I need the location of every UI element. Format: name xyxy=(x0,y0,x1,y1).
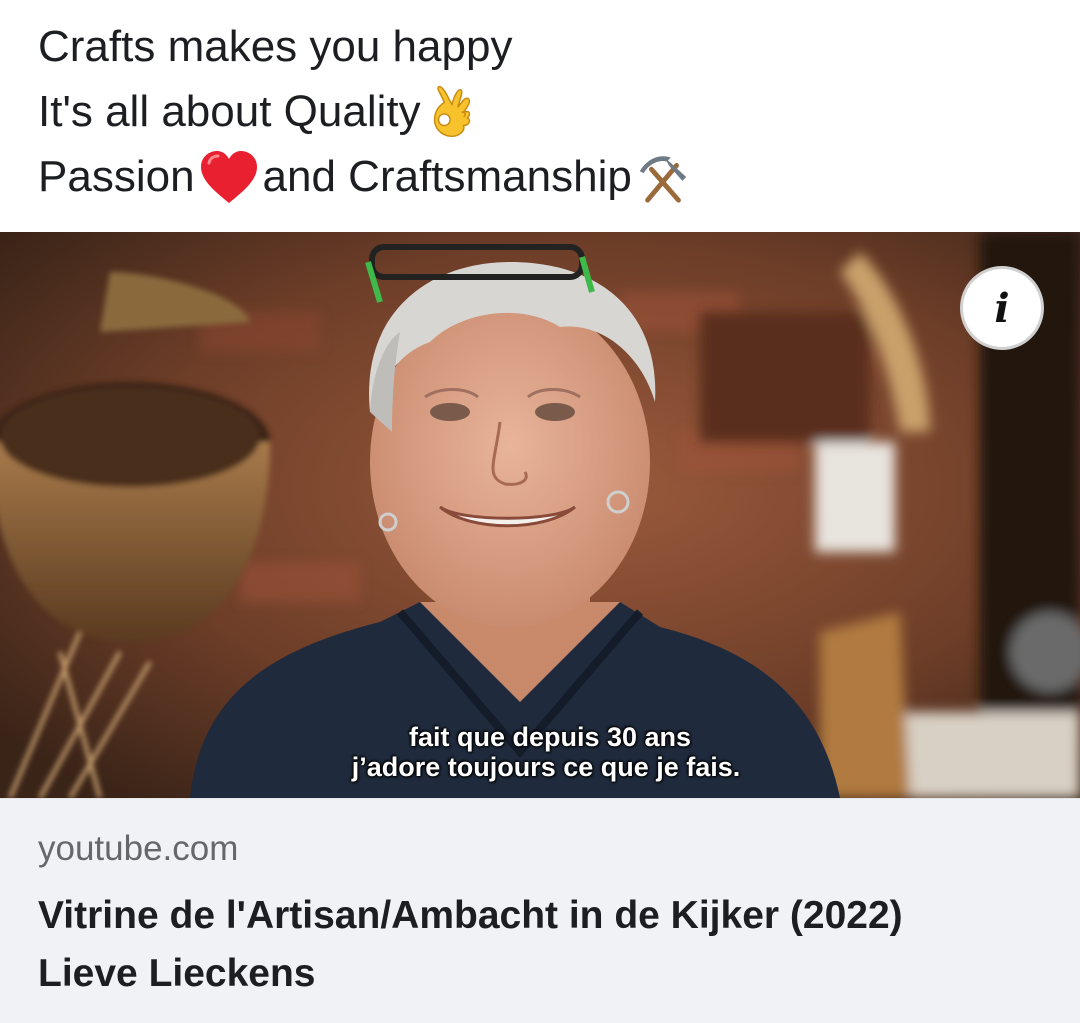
video-frame-image xyxy=(0,232,1080,798)
video-thumbnail[interactable]: i fait que depuis 30 ans j’adore toujour… xyxy=(0,232,1080,798)
link-domain: youtube.com xyxy=(38,829,239,868)
post-line-2: It's all about Quality xyxy=(38,79,1058,144)
link-title: Vitrine de l'Artisan/Ambacht in de Kijke… xyxy=(38,887,1038,1003)
ok-hand-icon xyxy=(421,83,483,141)
info-icon: i xyxy=(994,284,1010,332)
post-line-3b-text: and Craftsmanship xyxy=(262,152,632,201)
info-button[interactable]: i xyxy=(960,266,1044,350)
post-line-3: Passion and Craftsmanship xyxy=(38,144,1058,209)
post-line-3a-text: Passion xyxy=(38,152,195,201)
post-line-1-text: Crafts makes you happy xyxy=(38,22,513,71)
link-title-line-1: Vitrine de l'Artisan/Ambacht in de Kijke… xyxy=(38,894,903,937)
heart-icon xyxy=(197,149,261,205)
hammer-and-pick-icon xyxy=(632,148,694,206)
subtitle-line-1: fait que depuis 30 ans xyxy=(408,722,692,752)
post-line-2-text: It's all about Quality xyxy=(38,87,421,136)
post-message: Crafts makes you happy It's all about Qu… xyxy=(38,14,1058,209)
link-title-line-2: Lieve Lieckens xyxy=(38,952,316,995)
subtitle-line-2: j’adore toujours ce que je fais. xyxy=(351,752,741,782)
post-line-1: Crafts makes you happy xyxy=(38,14,1058,79)
link-preview-card[interactable]: youtube.com Vitrine de l'Artisan/Ambacht… xyxy=(0,798,1080,1023)
